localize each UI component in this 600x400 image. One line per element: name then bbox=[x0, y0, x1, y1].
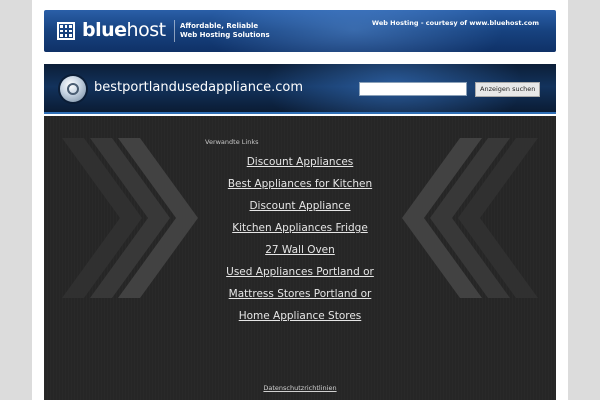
related-link[interactable]: Best Appliances for Kitchen bbox=[44, 178, 556, 200]
related-link[interactable]: Kitchen Appliances Fridge bbox=[44, 222, 556, 244]
logo-bold-part: blue bbox=[82, 19, 127, 41]
bluehost-logo-text[interactable]: bluehost bbox=[82, 19, 166, 41]
site-globe-icon bbox=[60, 76, 86, 102]
tagline-line-2: Web Hosting Solutions bbox=[180, 31, 270, 39]
domain-header: bestportlandusedappliance.com Anzeigen s… bbox=[44, 64, 556, 114]
bluehost-logo-icon bbox=[57, 22, 75, 40]
related-links-label: Verwandte Links bbox=[205, 138, 259, 146]
related-link[interactable]: Used Appliances Portland or bbox=[44, 266, 556, 288]
logo-divider bbox=[174, 20, 175, 42]
tagline-line-1: Affordable, Reliable bbox=[180, 22, 259, 30]
bluehost-banner[interactable]: bluehost Affordable, Reliable Web Hostin… bbox=[44, 10, 556, 52]
main-content: Verwandte Links Discount Appliances Best… bbox=[44, 116, 556, 400]
related-links-list: Discount Appliances Best Appliances for … bbox=[44, 156, 556, 332]
related-link[interactable]: 27 Wall Oven bbox=[44, 244, 556, 266]
logo-light-part: host bbox=[126, 19, 167, 41]
courtesy-link[interactable]: Web Hosting - courtesy of www.bluehost.c… bbox=[372, 19, 539, 27]
search-button[interactable]: Anzeigen suchen bbox=[475, 82, 541, 97]
related-link[interactable]: Discount Appliance bbox=[44, 200, 556, 222]
search-input[interactable] bbox=[359, 82, 467, 96]
related-link[interactable]: Discount Appliances bbox=[44, 156, 556, 178]
bluehost-tagline: Affordable, Reliable Web Hosting Solutio… bbox=[180, 22, 270, 40]
related-link[interactable]: Mattress Stores Portland or bbox=[44, 288, 556, 310]
privacy-policy-link[interactable]: Datenschutzrichtlinien bbox=[44, 384, 556, 392]
related-link[interactable]: Home Appliance Stores bbox=[44, 310, 556, 332]
domain-title: bestportlandusedappliance.com bbox=[94, 80, 304, 95]
